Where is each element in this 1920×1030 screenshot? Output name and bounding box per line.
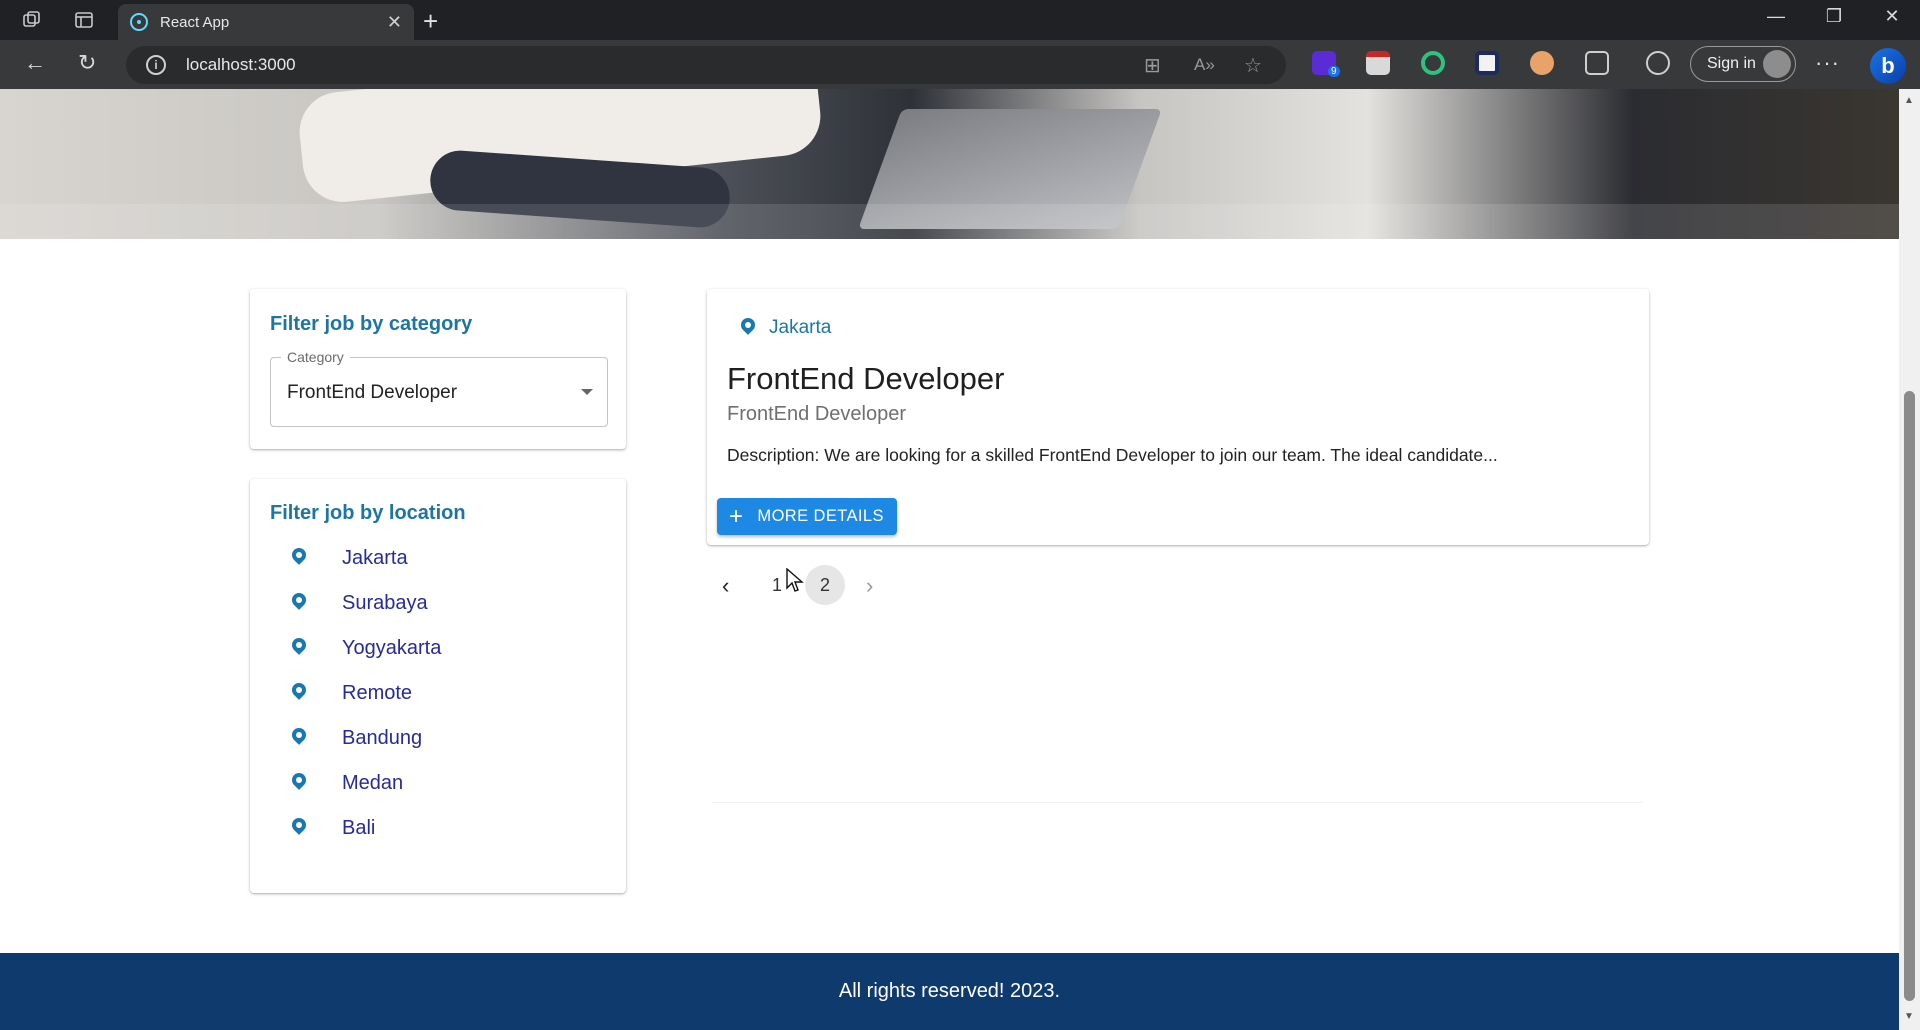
calendar-extension-icon[interactable]: [1366, 51, 1390, 75]
location-filter-title: Filter job by location: [270, 502, 466, 524]
hero-image: [0, 89, 1899, 239]
content-divider: [712, 802, 1642, 803]
react-icon: [130, 13, 148, 31]
category-select-label: Category: [281, 349, 350, 365]
tab-title: React App: [160, 13, 230, 31]
back-icon[interactable]: ←: [24, 50, 46, 76]
location-item-bali[interactable]: Bali: [292, 811, 375, 845]
page-number: 1: [771, 574, 782, 595]
reload-icon[interactable]: ↻: [78, 50, 96, 76]
next-page-icon[interactable]: ›: [866, 573, 873, 599]
job-description: Description: We are looking for a skille…: [727, 445, 1498, 465]
location-label: Jakarta: [342, 546, 408, 569]
bracket-extension-icon[interactable]: [1475, 51, 1499, 75]
site-info-icon[interactable]: i: [146, 55, 166, 75]
minimize-icon[interactable]: —: [1756, 6, 1796, 27]
location-item-medan[interactable]: Medan: [292, 766, 403, 800]
category-select[interactable]: Category FrontEnd Developer: [270, 349, 608, 427]
bing-copilot-icon[interactable]: b: [1870, 48, 1906, 84]
tab-actions-icon[interactable]: [72, 8, 96, 32]
location-pin-icon: [292, 593, 306, 613]
close-tab-icon[interactable]: ✕: [387, 12, 402, 33]
location-label: Bandung: [342, 726, 423, 749]
category-filter-title: Filter job by category: [270, 313, 473, 335]
circle-extension-icon[interactable]: [1421, 51, 1445, 75]
location-pin-icon: [292, 728, 306, 748]
job-location-label: Jakarta: [769, 317, 832, 338]
url-text[interactable]: localhost:3000: [186, 55, 296, 75]
mouse-cursor-icon: [786, 568, 804, 592]
more-details-label: MORE DETAILS: [757, 507, 884, 525]
location-pin-icon: [292, 683, 306, 703]
performance-icon[interactable]: [1646, 51, 1670, 75]
location-item-bandung[interactable]: Bandung: [292, 721, 422, 755]
location-pin-icon: [292, 638, 306, 658]
location-pin-icon: [292, 548, 306, 568]
footer-text: All rights reserved! 2023.: [838, 980, 1061, 1002]
location-item-jakarta[interactable]: Jakarta: [292, 541, 408, 575]
sign-in-button[interactable]: Sign in: [1690, 46, 1796, 82]
location-label: Surabaya: [342, 591, 428, 614]
more-options-icon[interactable]: ···: [1815, 50, 1840, 76]
address-bar[interactable]: i localhost:3000 ⊞ A» ☆: [126, 46, 1286, 84]
location-item-remote[interactable]: Remote: [292, 676, 412, 710]
dropdown-arrow-icon[interactable]: [581, 389, 593, 395]
browser-toolbar: ← ↻ i localhost:3000 ⊞ A» ☆: [0, 40, 1920, 89]
scroll-up-icon[interactable]: ▲: [1904, 95, 1914, 106]
scrollbar-thumb[interactable]: [1904, 391, 1915, 1001]
job-location: Jakarta: [741, 317, 831, 339]
location-item-yogyakarta[interactable]: Yogyakarta: [292, 631, 441, 665]
face-extension-icon[interactable]: [1530, 51, 1554, 75]
main-content: Filter job by category Category FrontEnd…: [0, 239, 1899, 953]
page-button-2[interactable]: 2: [805, 565, 845, 605]
extension-badge: 9: [1328, 66, 1340, 77]
read-aloud-icon[interactable]: A»: [1194, 55, 1215, 75]
location-item-surabaya[interactable]: Surabaya: [292, 586, 428, 620]
job-title: FrontEnd Developer: [727, 361, 1005, 396]
avatar-icon: [1763, 50, 1791, 78]
location-label: Bali: [342, 816, 376, 839]
page-viewport: Filter job by category Category FrontEnd…: [0, 89, 1899, 1030]
favorite-star-icon[interactable]: ☆: [1244, 53, 1262, 78]
more-details-button[interactable]: + MORE DETAILS: [717, 498, 897, 535]
location-filter-card: Filter job by location Jakarta Surabaya …: [250, 479, 626, 893]
page-scrollbar[interactable]: ▲ ▼: [1899, 89, 1920, 1030]
plus-icon: +: [729, 502, 744, 530]
page-number: 2: [819, 574, 830, 595]
previous-page-icon[interactable]: ‹: [722, 573, 729, 599]
job-category: FrontEnd Developer: [727, 403, 906, 425]
app-available-icon[interactable]: ⊞: [1144, 53, 1161, 78]
browser-tab[interactable]: React App ✕: [118, 4, 414, 40]
restore-icon[interactable]: ❐: [1814, 6, 1854, 27]
browser-titlebar: React App ✕ + — ❐ ✕: [0, 0, 1920, 40]
workspaces-icon[interactable]: [20, 8, 44, 32]
category-filter-card: Filter job by category Category FrontEnd…: [250, 289, 626, 449]
job-card: Jakarta FrontEnd Developer FrontEnd Deve…: [707, 289, 1649, 545]
sign-in-label: Sign in: [1707, 55, 1756, 72]
extensions-puzzle-icon[interactable]: [1585, 51, 1609, 75]
category-select-value: FrontEnd Developer: [287, 382, 458, 403]
location-label: Remote: [342, 681, 413, 704]
location-label: Yogyakarta: [342, 636, 442, 659]
new-tab-icon[interactable]: +: [423, 6, 438, 37]
close-window-icon[interactable]: ✕: [1872, 6, 1912, 27]
hero-table-shape: [0, 204, 1899, 239]
page-footer: All rights reserved! 2023.: [0, 953, 1899, 1030]
location-pin-icon: [292, 818, 306, 838]
location-pin-icon: [741, 318, 755, 338]
scroll-down-icon[interactable]: ▼: [1904, 1011, 1914, 1022]
location-pin-icon: [292, 773, 306, 793]
location-label: Medan: [342, 771, 404, 794]
